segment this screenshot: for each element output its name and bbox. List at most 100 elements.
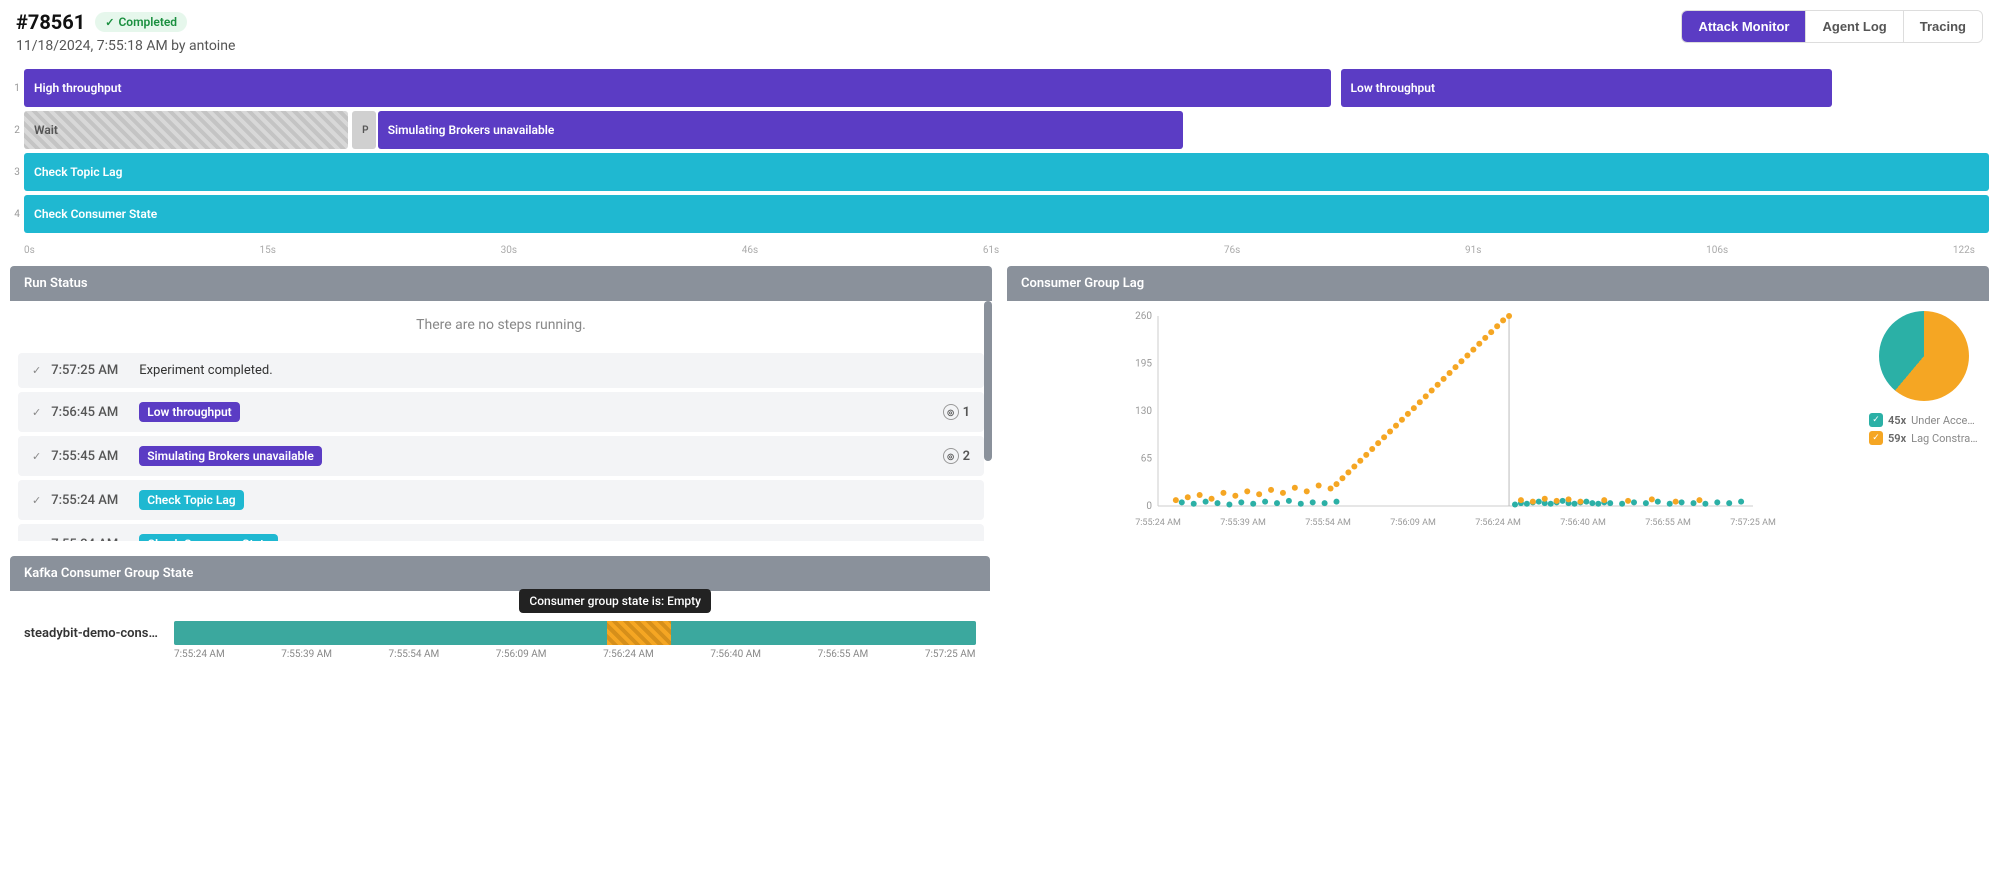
tab-attack-monitor[interactable]: Attack Monitor (1682, 11, 1806, 42)
timeline-bar[interactable]: P (352, 111, 376, 149)
legend-label: Under Accepta… (1911, 414, 1979, 427)
timeline-bar[interactable]: Low throughput (1341, 69, 1832, 107)
timeline-bar[interactable]: Simulating Brokers unavailable (378, 111, 1184, 149)
lag-panel: Consumer Group Lag 0651301952607:55:24 A… (1007, 266, 1989, 541)
timeline-bar[interactable]: High throughput (24, 69, 1331, 107)
svg-text:7:55:24 AM: 7:55:24 AM (1135, 518, 1181, 528)
svg-text:195: 195 (1135, 359, 1152, 370)
legend-item[interactable]: ✓ 59x Lag Constraint … (1869, 431, 1979, 445)
check-icon: ✓ (32, 538, 41, 542)
timeline-row: 3Check Topic Lag (10, 153, 1989, 191)
row-bars: Check Consumer State (24, 195, 1989, 233)
log-time: 7:55:24 AM (51, 537, 129, 542)
row-bars: Check Topic Lag (24, 153, 1989, 191)
log-time: 7:55:45 AM (51, 449, 129, 464)
log-tag: Simulating Brokers unavailable (139, 446, 322, 466)
timeline: 1High throughput Low throughput 2WaitPSimu… (10, 69, 1989, 233)
timeline-row: 4Check Consumer State (10, 195, 1989, 233)
kafka-axis-tick: 7:56:09 AM (496, 649, 547, 660)
log-target-count: ◎2 (943, 448, 970, 464)
timeline-row: 1High throughput Low throughput (10, 69, 1989, 107)
check-icon: ✓ (32, 364, 41, 377)
log-time: 7:56:45 AM (51, 405, 129, 420)
timeline-bar[interactable]: Wait (24, 111, 348, 149)
row-number: 1 (10, 83, 24, 94)
legend-count: 45x (1888, 414, 1906, 427)
log-item[interactable]: ✓ 7:57:25 AM Experiment completed. (18, 353, 984, 388)
svg-text:7:55:39 AM: 7:55:39 AM (1220, 518, 1266, 528)
axis-tick: 122s (1953, 245, 1975, 256)
log-item[interactable]: ✓ 7:55:45 AM Simulating Brokers unavailabl… (18, 436, 984, 476)
check-icon: ✓ (32, 406, 41, 419)
kafka-body: Consumer group state is: Empty steadybit… (10, 591, 990, 666)
timeline-row: 2WaitPSimulating Brokers unavailable (10, 111, 1989, 149)
axis-tick: 0s (24, 245, 35, 256)
run-status-title: Run Status (10, 266, 992, 301)
svg-text:7:56:55 AM: 7:56:55 AM (1645, 518, 1691, 528)
run-subtitle: 11/18/2024, 7:55:18 AM by antoine (16, 38, 235, 54)
svg-text:7:56:09 AM: 7:56:09 AM (1390, 518, 1436, 528)
title-row: #78561 Completed (16, 10, 235, 34)
log-text: Experiment completed. (139, 363, 272, 378)
svg-text:7:56:40 AM: 7:56:40 AM (1560, 518, 1606, 528)
run-status-body[interactable]: There are no steps running. ✓ 7:57:25 AM E… (10, 301, 992, 541)
kafka-state-panel: Kafka Consumer Group State Consumer grou… (10, 556, 990, 666)
view-tabs: Attack MonitorAgent LogTracing (1681, 10, 1983, 43)
lag-legend: ✓ 45x Under Accepta… ✓ 59x Lag Constraint … (1869, 413, 1979, 449)
check-icon: ✓ (32, 494, 41, 507)
row-number: 3 (10, 167, 24, 178)
kafka-tooltip: Consumer group state is: Empty (519, 589, 711, 613)
svg-text:7:56:24 AM: 7:56:24 AM (1475, 518, 1521, 528)
axis-tick: 76s (1224, 245, 1240, 256)
axis-tick: 106s (1706, 245, 1728, 256)
axis-tick: 30s (501, 245, 517, 256)
log-target-count: ◎1 (943, 404, 970, 420)
row-number: 4 (10, 209, 24, 220)
row-number: 2 (10, 125, 24, 136)
lag-chart: 0651301952607:55:24 AM7:55:39 AM7:55:54 … (1017, 311, 1859, 531)
log-tag: Check Topic Lag (139, 490, 243, 510)
axis-tick: 91s (1465, 245, 1481, 256)
log-item[interactable]: ✓7:55:24 AMCheck Topic Lag (18, 480, 984, 520)
kafka-group-name: steadybit-demo-cons… (24, 626, 164, 641)
legend-item[interactable]: ✓ 45x Under Accepta… (1869, 413, 1979, 427)
lag-pie-chart (1879, 311, 1969, 401)
kafka-state-bar[interactable] (174, 621, 976, 645)
kafka-segment[interactable] (607, 621, 671, 645)
svg-text:7:55:54 AM: 7:55:54 AM (1305, 518, 1351, 528)
legend-count: 59x (1888, 432, 1906, 445)
no-steps-message: There are no steps running. (10, 301, 992, 349)
check-icon: ✓ (32, 450, 41, 463)
panels-row: Run Status There are no steps running. ✓… (10, 266, 1989, 541)
scrollbar[interactable] (984, 301, 992, 461)
tab-agent-log[interactable]: Agent Log (1806, 11, 1903, 42)
log-item[interactable]: ✓7:56:45 AMLow throughput◎1 (18, 392, 984, 432)
lag-panel-title: Consumer Group Lag (1007, 266, 1989, 301)
kafka-axis-tick: 7:55:54 AM (389, 649, 440, 660)
legend-label: Lag Constraint … (1911, 432, 1979, 445)
kafka-state-row: steadybit-demo-cons… (24, 621, 976, 645)
kafka-axis-tick: 7:56:24 AM (603, 649, 654, 660)
kafka-axis: 7:55:24 AM7:55:39 AM7:55:54 AM7:56:09 AM… (24, 649, 976, 660)
log-time: 7:57:25 AM (51, 363, 129, 378)
kafka-axis-tick: 7:57:25 AM (925, 649, 976, 660)
kafka-axis-tick: 7:56:55 AM (818, 649, 869, 660)
timeline-bar[interactable]: Check Topic Lag (24, 153, 1989, 191)
log-tag: Check Consumer State (139, 534, 278, 541)
svg-text:65: 65 (1141, 454, 1153, 465)
legend-checkbox-icon: ✓ (1869, 413, 1883, 427)
status-badge: Completed (95, 12, 187, 32)
tab-tracing[interactable]: Tracing (1904, 11, 1982, 42)
timeline-bar[interactable]: Check Consumer State (24, 195, 1989, 233)
lag-chart-area: 0651301952607:55:24 AM7:55:39 AM7:55:54 … (1007, 301, 1989, 541)
svg-text:260: 260 (1135, 311, 1152, 322)
kafka-segment[interactable] (174, 621, 607, 645)
lag-chart-svg: 0651301952607:55:24 AM7:55:39 AM7:55:54 … (1017, 311, 1859, 531)
target-icon: ◎ (943, 448, 959, 464)
axis-tick: 61s (983, 245, 999, 256)
kafka-axis-tick: 7:55:24 AM (174, 649, 225, 660)
kafka-segment[interactable] (671, 621, 976, 645)
legend-checkbox-icon: ✓ (1869, 431, 1883, 445)
svg-text:7:57:25 AM: 7:57:25 AM (1730, 518, 1776, 528)
log-item[interactable]: ✓ 7:55:24 AM Check Consumer State (18, 524, 984, 541)
